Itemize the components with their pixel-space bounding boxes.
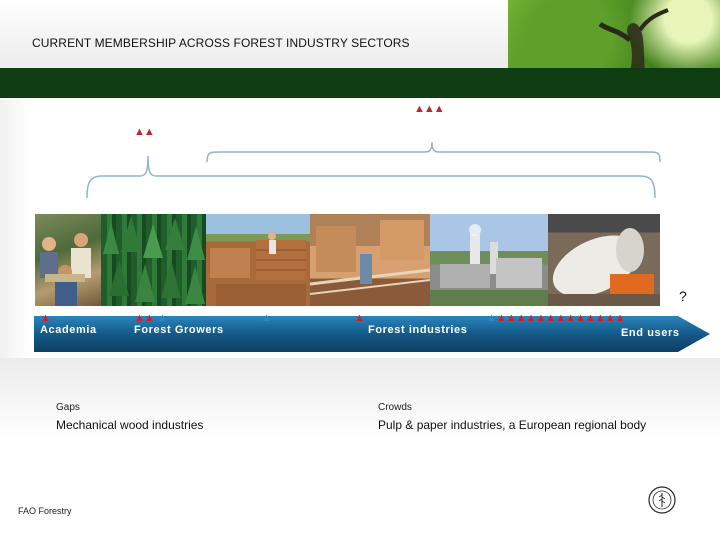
sector-label-academia: Academia — [40, 324, 97, 336]
left-side-shade — [0, 100, 30, 358]
industrial-plant-graphic — [430, 224, 548, 306]
forest-growers-band-marker-blue: ▲ — [157, 312, 168, 324]
sawmill-photo — [206, 214, 310, 306]
people-meeting-graphic — [40, 233, 91, 306]
sector-label-forest-industries: Forest industries — [368, 324, 468, 336]
lower-shade — [0, 358, 720, 540]
crowds-text: Pulp & paper industries, a European regi… — [378, 418, 647, 432]
paper-roll-photo — [548, 214, 660, 306]
pulp-mill-photo — [430, 214, 548, 306]
wood-processing-photo — [309, 214, 431, 306]
sector-label-forest-growers: Forest Growers — [134, 324, 224, 336]
footer-source: FAO Forestry — [18, 506, 72, 516]
academia-top-markers: ▲▲ — [134, 126, 155, 138]
crowds-heading: Crowds — [378, 402, 412, 413]
gaps-heading: Gaps — [56, 402, 80, 413]
header-green-band — [0, 68, 720, 98]
question-mark: ? — [679, 288, 687, 304]
grouping-brackets — [86, 141, 661, 199]
pulp-band-marker-blue: ▲ — [486, 312, 497, 324]
forest-industries-band-marker: ▲ — [354, 312, 365, 324]
header-background — [0, 0, 508, 68]
gaps-text: Mechanical wood industries — [56, 418, 204, 432]
forest-growers-band-markers: ▲▲ — [134, 312, 155, 324]
fao-logo-icon — [648, 486, 676, 514]
mid-band-marker-blue: ▲ — [261, 312, 272, 324]
academia-band-marker: ▲ — [40, 312, 51, 324]
paper-roll-graphic — [548, 228, 660, 306]
slide-title: CURRENT MEMBERSHIP ACROSS FOREST INDUSTR… — [32, 36, 410, 50]
end-users-band-markers: ▲▲▲▲▲▲▲▲▲▲▲▲▲ — [496, 312, 626, 324]
processing-line-graphic — [309, 220, 431, 295]
conifer-forest-graphic — [103, 216, 205, 304]
lumber-stacks-graphic — [210, 232, 306, 306]
sector-label-end-users: End users — [621, 327, 680, 339]
forest-industries-top-markers: ▲▲▲ — [414, 103, 445, 115]
forest-growers-photo — [101, 214, 206, 306]
academia-photo — [35, 214, 101, 306]
